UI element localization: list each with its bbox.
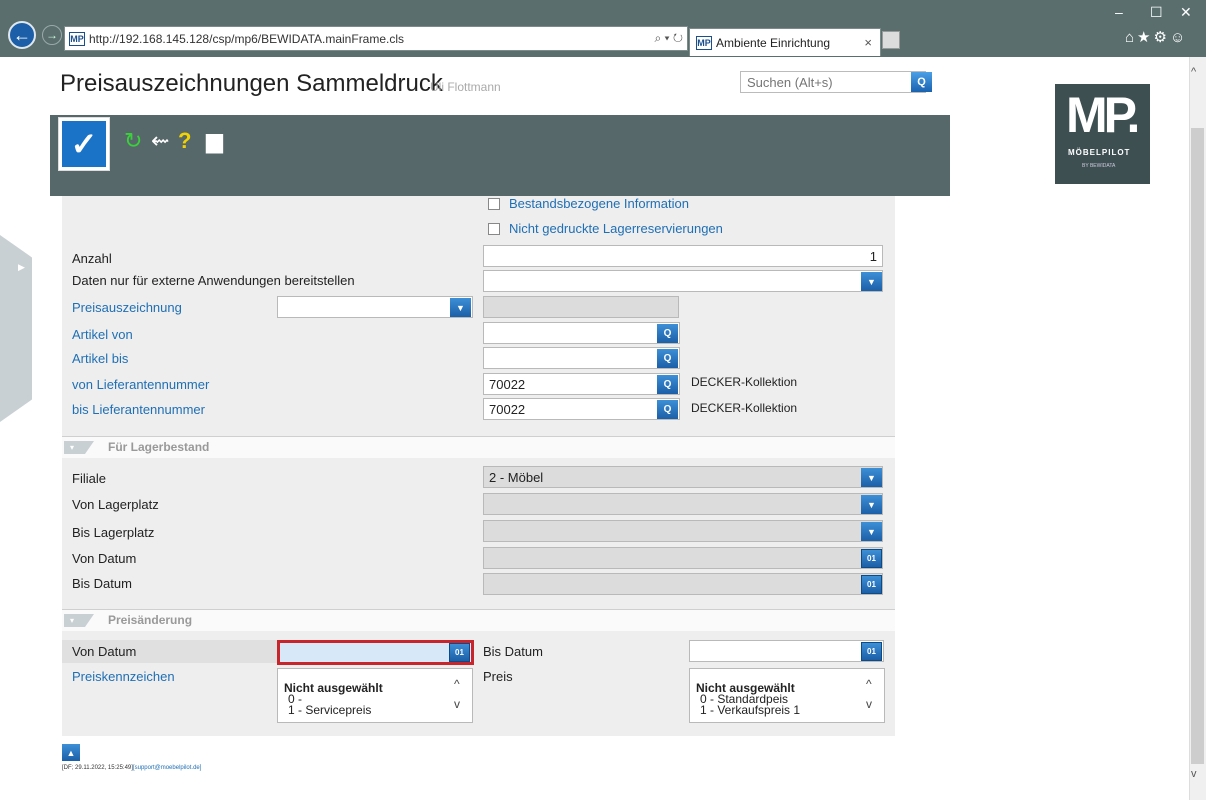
von-lagerplatz-label: Von Lagerplatz bbox=[72, 497, 159, 512]
section-lagerbestand-title: Für Lagerbestand bbox=[108, 440, 210, 454]
scroll-top-button[interactable]: ▲ bbox=[62, 744, 80, 761]
artikel-bis-label[interactable]: Artikel bis bbox=[72, 351, 128, 366]
back-button[interactable]: ← bbox=[8, 21, 36, 49]
preisauszeichnung-display bbox=[483, 296, 679, 318]
search-input[interactable] bbox=[740, 71, 926, 93]
list-item[interactable]: 1 - Verkaufspreis 1 bbox=[696, 703, 800, 717]
dropdown-icon[interactable]: ▼ bbox=[861, 495, 882, 514]
browser-tools-icon[interactable]: ⌂★⚙☺ bbox=[1125, 28, 1188, 46]
site-favicon-icon: MP bbox=[69, 31, 85, 46]
preis-list[interactable]: Nicht ausgewählt 0 - Standardpeis 1 - Ve… bbox=[689, 668, 885, 723]
preisauszeichnung-label[interactable]: Preisauszeichnung bbox=[72, 300, 182, 315]
lager-bis-datum-input[interactable] bbox=[483, 573, 883, 595]
footer-timestamp: [DF; 29.11.2022, 15:25:49] bbox=[62, 765, 133, 771]
search-button[interactable]: Q bbox=[911, 72, 932, 92]
dropdown-icon[interactable]: ▼ bbox=[861, 522, 882, 541]
chevron-up-icon[interactable]: ^ bbox=[866, 676, 872, 692]
lager-bis-datum-label: Bis Datum bbox=[72, 576, 132, 591]
preis-bis-datum-label: Bis Datum bbox=[483, 644, 543, 659]
close-window-icon[interactable]: ✕ bbox=[1180, 4, 1192, 21]
checkbox-stock-label: Bestandsbezogene Information bbox=[509, 196, 689, 211]
logo-byline: BY BEWIDATA bbox=[1082, 163, 1116, 169]
dropdown-icon[interactable]: ▼ bbox=[861, 272, 882, 291]
dropdown-icon[interactable]: ▼ bbox=[861, 468, 882, 487]
chevron-down-icon[interactable]: v bbox=[1191, 768, 1197, 780]
footer: [DF; 29.11.2022, 15:25:49][support@moebe… bbox=[62, 765, 201, 771]
anzahl-label: Anzahl bbox=[72, 251, 112, 266]
artikel-bis-input[interactable] bbox=[483, 347, 680, 369]
checkbox-reservations-label: Nicht gedruckte Lagerreservierungen bbox=[509, 221, 723, 236]
help-icon[interactable]: ? bbox=[178, 128, 191, 154]
lookup-icon[interactable]: Q bbox=[657, 349, 678, 368]
arrow-right-icon: → bbox=[46, 28, 58, 42]
anzahl-input[interactable]: 1 bbox=[483, 245, 883, 267]
chevron-up-icon[interactable]: ^ bbox=[1191, 66, 1196, 78]
von-lieferant-label[interactable]: von Lieferantennummer bbox=[72, 377, 209, 392]
calendar-icon[interactable]: 01 bbox=[861, 575, 882, 594]
preis-label: Preis bbox=[483, 669, 513, 684]
forward-button[interactable]: → bbox=[42, 25, 62, 45]
preis-von-datum-label: Von Datum bbox=[72, 644, 137, 659]
page-title: Preisauszeichnungen Sammeldruck bbox=[60, 70, 443, 97]
lookup-icon[interactable]: Q bbox=[657, 375, 678, 394]
browser-tab[interactable]: MP Ambiente Einrichtung × bbox=[689, 28, 881, 56]
checkmark-icon[interactable]: ✓ bbox=[62, 121, 106, 167]
new-tab-button[interactable] bbox=[882, 31, 900, 49]
bis-lagerplatz-select[interactable] bbox=[483, 520, 883, 542]
preis-bis-datum-input[interactable] bbox=[689, 640, 884, 662]
logo-mark: MP. bbox=[1066, 87, 1140, 143]
daten-label: Daten nur für externe Anwendungen bereit… bbox=[72, 273, 355, 288]
artikel-von-input[interactable] bbox=[483, 322, 680, 344]
checkbox-reservations[interactable] bbox=[488, 223, 500, 235]
scrollbar-thumb[interactable] bbox=[1191, 128, 1204, 764]
von-lieferant-name: DECKER-Kollektion bbox=[691, 375, 798, 389]
filiale-label: Filiale bbox=[72, 471, 106, 486]
refresh-icon[interactable]: ↻ bbox=[124, 128, 142, 154]
chevron-down-icon[interactable]: v bbox=[454, 696, 460, 712]
focus-highlight bbox=[277, 640, 474, 665]
tab-title: Ambiente Einrichtung bbox=[716, 35, 831, 50]
tab-favicon-icon: MP bbox=[696, 35, 712, 50]
von-lagerplatz-select[interactable] bbox=[483, 493, 883, 515]
section-preisaenderung-title: Preisänderung bbox=[108, 613, 193, 627]
search-refresh-icon[interactable]: ⌕ ▾ ↻ bbox=[654, 31, 683, 46]
checkbox-stock-info[interactable] bbox=[488, 198, 500, 210]
minimize-icon[interactable]: – bbox=[1115, 4, 1123, 20]
calendar-icon[interactable]: 01 bbox=[861, 549, 882, 568]
close-tab-icon[interactable]: × bbox=[864, 35, 872, 50]
filiale-select[interactable]: 2 - Möbel bbox=[483, 466, 883, 488]
daten-select[interactable] bbox=[483, 270, 883, 292]
von-lieferant-input[interactable]: 70022 bbox=[483, 373, 680, 395]
lager-von-datum-label: Von Datum bbox=[72, 551, 137, 566]
bis-lagerplatz-label: Bis Lagerplatz bbox=[72, 525, 155, 540]
dropdown-icon[interactable]: ▼ bbox=[450, 298, 471, 317]
lookup-icon[interactable]: Q bbox=[657, 400, 678, 419]
back-arrow-icon[interactable]: ⇜ bbox=[151, 128, 169, 154]
document-hand-icon[interactable]: ▆ bbox=[206, 128, 223, 154]
lager-von-datum-input[interactable] bbox=[483, 547, 883, 569]
lookup-icon[interactable]: Q bbox=[657, 324, 678, 343]
preiskennzeichen-label[interactable]: Preiskennzeichen bbox=[72, 669, 175, 684]
expand-icon: ▶ bbox=[18, 262, 25, 272]
calendar-icon[interactable]: 01 bbox=[861, 642, 882, 661]
artikel-von-label[interactable]: Artikel von bbox=[72, 327, 133, 342]
bis-lieferant-label[interactable]: bis Lieferantennummer bbox=[72, 402, 205, 417]
maximize-icon[interactable]: ☐ bbox=[1150, 4, 1163, 21]
chevron-down-icon[interactable]: v bbox=[866, 696, 872, 712]
list-item[interactable]: 1 - Servicepreis bbox=[284, 703, 371, 717]
bis-lieferant-name: DECKER-Kollektion bbox=[691, 401, 798, 415]
chevron-up-icon[interactable]: ^ bbox=[454, 676, 460, 692]
bis-lieferant-input[interactable]: 70022 bbox=[483, 398, 680, 420]
arrow-up-icon: ▲ bbox=[66, 747, 76, 758]
url-text: http://192.168.145.128/csp/mp6/BEWIDATA.… bbox=[89, 31, 405, 46]
preisauszeichnung-select[interactable] bbox=[277, 296, 473, 318]
search-icon: Q bbox=[917, 76, 926, 88]
logo-name: MÖBELPILOT bbox=[1068, 148, 1131, 157]
address-bar[interactable]: MP http://192.168.145.128/csp/mp6/BEWIDA… bbox=[64, 26, 688, 51]
arrow-left-icon: ← bbox=[13, 24, 31, 45]
preiskennzeichen-list[interactable]: Nicht ausgewählt 0 - 1 - Servicepreis bbox=[277, 668, 473, 723]
sidebar-toggle[interactable] bbox=[0, 235, 32, 422]
support-email-link[interactable]: [support@moebelpilot.de] bbox=[133, 765, 201, 771]
user-name: Uli Flottmann bbox=[430, 80, 501, 94]
